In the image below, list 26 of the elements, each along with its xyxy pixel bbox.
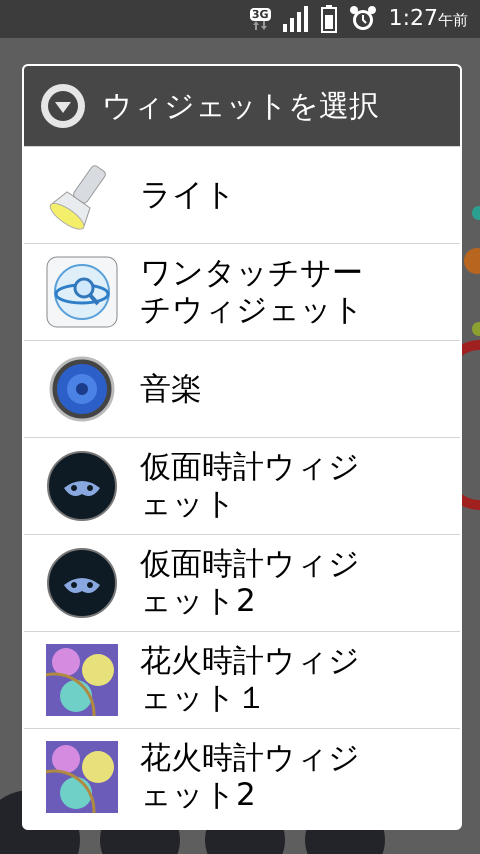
widget-name: 花火時計ウィジェット１: [140, 643, 361, 717]
widget-name: 仮面時計ウィジェット2: [140, 546, 361, 620]
network-type: 3G: [250, 8, 271, 21]
widget-list-item[interactable]: 花火時計ウィジェット2: [24, 728, 460, 825]
widget-name: ライト: [140, 176, 237, 214]
dialog-title: ウィジェットを選択: [102, 88, 379, 126]
globe-magnifier-icon: [46, 256, 118, 328]
widget-name: 音楽: [140, 370, 203, 408]
dropdown-circle-icon: [40, 83, 86, 129]
battery-icon: [320, 5, 337, 33]
widget-name: 仮面時計ウィジェット: [140, 449, 361, 523]
mask-icon: [46, 450, 118, 522]
signal-icon: [282, 6, 309, 32]
widget-list-item[interactable]: ライト: [24, 146, 460, 243]
widget-name: 花火時計ウィジェット2: [140, 740, 361, 814]
clock-time: 1:27午前: [388, 8, 468, 30]
alarm-clock-icon: [348, 5, 377, 33]
widget-name: ワンタッチサーチウィジェット: [140, 255, 365, 329]
fireworks-clock-icon: [46, 741, 118, 813]
widget-list-item[interactable]: 仮面時計ウィジェット: [24, 437, 460, 534]
widget-list-item[interactable]: 仮面時計ウィジェット2: [24, 534, 460, 631]
widget-list-item[interactable]: ワンタッチサーチウィジェット: [24, 243, 460, 340]
fireworks-clock-icon: [46, 644, 118, 716]
data-arrows-icon: [253, 21, 268, 30]
mask-icon: [46, 547, 118, 619]
widget-list-item[interactable]: 音楽: [24, 340, 460, 437]
